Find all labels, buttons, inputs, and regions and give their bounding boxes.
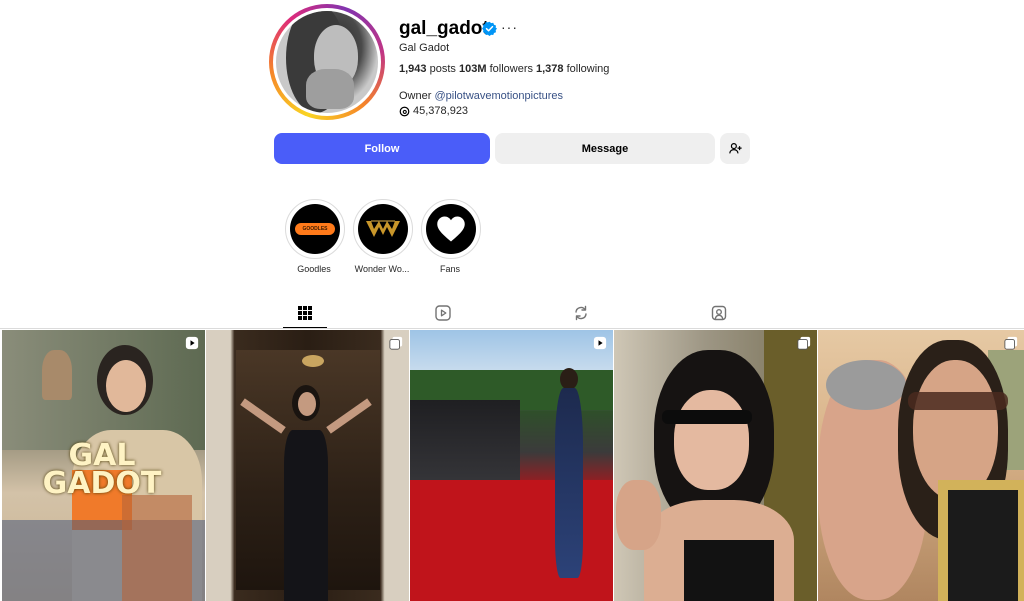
tab-reels[interactable] [433,303,453,323]
tab-posts[interactable] [295,303,315,323]
post-overlay-text: GADOT [42,466,162,501]
post-thumbnail[interactable]: GAL GADOT [2,330,205,601]
posts-count: 1,943 [399,63,427,75]
followers-stat[interactable]: 103M followers [459,63,533,75]
following-count: 1,378 [536,63,564,75]
following-label: following [566,63,610,75]
following-stat[interactable]: 1,378 following [536,63,609,75]
followers-label: followers [489,63,533,75]
post-thumbnail[interactable] [206,330,409,601]
profile-bio: Owner @pilotwavemotionpictures [399,90,563,102]
reposts-icon [575,305,587,321]
tab-reposts[interactable] [571,303,591,323]
carousel-icon [1004,336,1018,350]
reel-icon [593,336,607,350]
message-button[interactable]: Message [495,133,715,164]
tab-tagged[interactable] [709,303,729,323]
post-thumbnail[interactable] [614,330,817,601]
profile-avatar[interactable] [269,4,385,120]
carousel-icon [797,336,811,350]
threads-link[interactable]: 45,378,923 [399,105,468,117]
reels-icon [435,305,451,321]
threads-icon [399,106,410,116]
avatar-photo [276,11,378,113]
bio-prefix: Owner [399,90,432,102]
threads-count: 45,378,923 [413,105,469,117]
add-person-icon [728,143,742,154]
more-options-button[interactable]: ··· [501,19,518,35]
verified-icon [482,21,497,36]
posts-label: posts [429,63,456,75]
profile-full-name: Gal Gadot [399,42,450,54]
carousel-icon [389,336,403,350]
post-thumbnail[interactable] [410,330,613,601]
tagged-icon [711,305,727,321]
heart-icon [437,216,465,242]
wonder-woman-logo [366,220,400,237]
tabs-divider [0,328,1024,329]
profile-username: gal_gadot [399,18,489,39]
post-thumbnail[interactable] [818,330,1024,601]
highlight-fans[interactable] [421,199,481,259]
goodles-logo: GOODLES [302,226,328,232]
followers-count: 103M [459,63,487,75]
bio-mention-link[interactable]: @pilotwavemotionpictures [434,90,563,102]
highlight-wonder-woman[interactable] [353,199,413,259]
grid-icon [298,306,312,320]
active-tab-indicator [283,327,327,328]
posts-stat: 1,943 posts [399,63,456,75]
follow-button[interactable]: Follow [274,133,490,164]
highlight-label: Fans [439,264,460,274]
suggest-user-button[interactable] [720,133,750,164]
highlight-goodles[interactable]: GOODLES [285,199,345,259]
reel-icon [185,336,199,350]
